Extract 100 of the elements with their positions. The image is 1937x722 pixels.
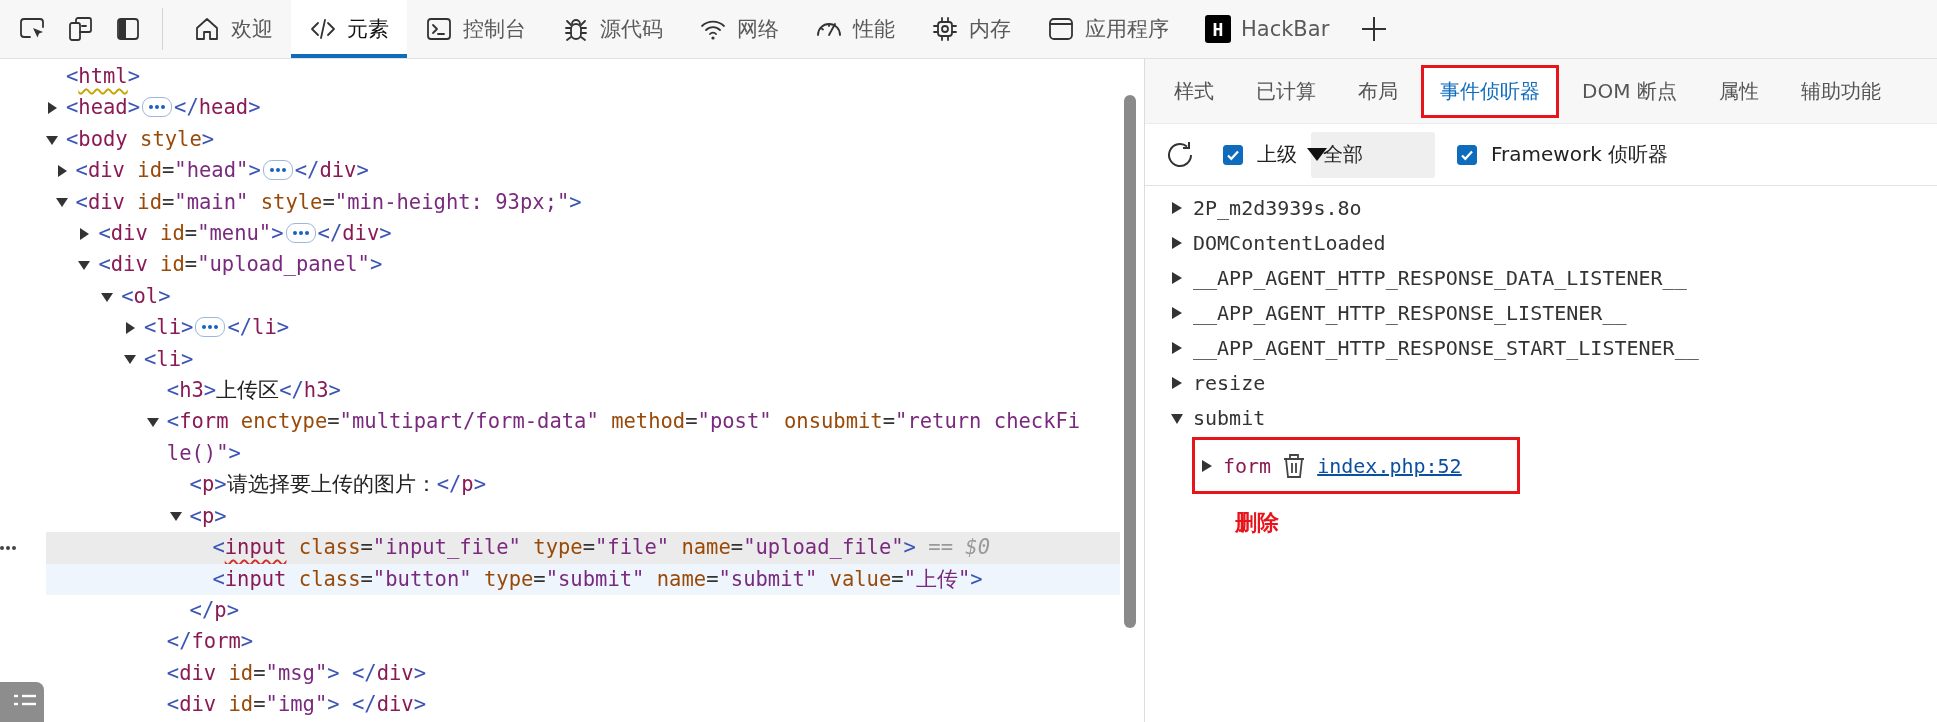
checkbox-label: Framework 侦听器 — [1491, 141, 1669, 168]
disclosure-triangle-icon[interactable] — [1171, 375, 1183, 390]
dom-row[interactable]: <ol> — [46, 280, 1120, 313]
disclosure-triangle-icon[interactable] — [78, 259, 91, 272]
dom-row[interactable]: <html> — [46, 61, 1120, 93]
sidebar-tab[interactable]: 已计算 — [1237, 64, 1335, 118]
ellipsis-button[interactable] — [285, 223, 316, 244]
checkbox[interactable] — [1457, 144, 1477, 165]
dom-row[interactable]: <div id="msg"> </div> — [46, 657, 1120, 690]
console-icon — [425, 15, 453, 43]
code-text: </form> — [166, 628, 254, 656]
event-name: resize — [1193, 370, 1266, 395]
dom-row[interactable]: <h3>上传区</h3> — [46, 375, 1120, 407]
disclosure-triangle-icon[interactable] — [55, 164, 68, 177]
code-text: <li> — [144, 314, 194, 342]
disclosure-triangle-icon[interactable] — [1171, 200, 1183, 215]
dom-row[interactable]: <li> </li> — [46, 312, 1120, 344]
dom-row[interactable]: <li> — [46, 343, 1120, 376]
dom-row[interactable]: <p>请选择要上传的图片：</p> — [46, 469, 1120, 501]
dom-row[interactable]: <form enctype="multipart/form-data" method="post" onsubmit="return checkFi le()"> — [46, 406, 1120, 470]
hackbar-logo: H — [1205, 15, 1231, 43]
dom-row[interactable]: <div id="img"> </div> — [46, 689, 1120, 721]
disclosure-triangle-icon[interactable] — [1171, 305, 1183, 320]
dom-row[interactable]: <body style> — [46, 123, 1120, 156]
panel-tab[interactable]: 欢迎 — [175, 0, 291, 58]
disclosure-triangle-icon[interactable] — [169, 510, 182, 523]
code-text: </li> — [227, 314, 290, 342]
list-icon[interactable] — [0, 682, 44, 722]
disclosure-triangle-icon[interactable] — [124, 353, 136, 366]
disclosure-triangle-icon[interactable] — [101, 290, 114, 303]
code-text: <div id="msg"> </div> — [166, 659, 426, 687]
dom-row[interactable]: <div id="menu"> </div> — [46, 218, 1120, 250]
code-text: <div id="menu"> — [98, 220, 284, 248]
sidebar-tab[interactable]: 属性 — [1699, 64, 1778, 118]
sidebar-tab[interactable]: 布局 — [1339, 64, 1417, 118]
panel-tab[interactable]: 元素 — [291, 0, 407, 58]
ellipsis-button[interactable] — [195, 317, 226, 338]
dom-row[interactable]: <div id="main" style="min-height: 93px;"> — [46, 186, 1120, 219]
disclosure-triangle-icon[interactable] — [46, 133, 58, 146]
code-text: <li> — [144, 345, 194, 373]
dom-row[interactable]: <input class="button" type="submit" name="submit" value="上传"> — [46, 563, 1120, 595]
code-text: </div> — [317, 220, 392, 248]
dom-row[interactable]: </p> — [46, 594, 1120, 627]
dom-row[interactable]: <p> — [46, 500, 1120, 533]
disclosure-triangle-icon[interactable] — [1171, 235, 1183, 250]
code-text: </p> — [189, 596, 239, 624]
event-name: __APP_AGENT_HTTP_RESPONSE_LISTENER__ — [1193, 300, 1627, 325]
disclosure-triangle-icon[interactable] — [55, 196, 68, 209]
panel-tab[interactable]: 性能 — [797, 0, 913, 58]
code-text: <div id="head"> — [75, 157, 261, 185]
panel-tab[interactable]: 应用程序 — [1029, 0, 1187, 58]
sidebar-tab[interactable]: 样式 — [1155, 64, 1233, 118]
panel-tab[interactable]: 控制台 — [407, 0, 544, 58]
disclosure-triangle-icon[interactable] — [1171, 340, 1183, 355]
code-text: <html> — [66, 63, 141, 90]
disclosure-triangle-icon[interactable] — [78, 227, 91, 240]
disclosure-triangle-icon[interactable] — [46, 102, 58, 115]
event-name: DOMContentLoaded — [1193, 230, 1386, 255]
dom-row[interactable]: <head> </head> — [46, 92, 1120, 124]
ellipsis-icon — [201, 324, 220, 331]
home-icon — [193, 15, 221, 43]
ellipsis-button[interactable] — [142, 97, 173, 118]
scrollbar-thumb[interactable] — [1124, 95, 1136, 628]
code-text: </head> — [174, 94, 261, 122]
code-text: <div id="img"> </div> — [166, 691, 426, 719]
checkbox-label: 上级 — [1257, 141, 1297, 168]
disclosure-triangle-icon[interactable] — [124, 321, 136, 334]
event-name: 2P_m2d3939s.8o — [1193, 195, 1362, 220]
disclosure-triangle-icon[interactable] — [1201, 458, 1213, 473]
code-text: <h3>上传区</h3> — [166, 377, 341, 405]
dom-row[interactable]: <div id="head"> </div> — [46, 155, 1120, 187]
panel-tab[interactable]: 内存 — [913, 0, 1029, 58]
dock-side-icon[interactable] — [114, 15, 142, 43]
panel-tab[interactable]: 源代码 — [544, 0, 681, 58]
event-name: submit — [1193, 405, 1266, 430]
code-text: <input class="button" type="submit" name="submit" value="上传"> — [212, 565, 983, 593]
dom-row[interactable]: </form> — [46, 626, 1120, 658]
disclosure-triangle-icon[interactable] — [146, 416, 159, 429]
code-text: <body style> — [66, 125, 215, 153]
panel-tab[interactable]: H HackBar — [1187, 0, 1348, 58]
event-name: __APP_AGENT_HTTP_RESPONSE_DATA_LISTENER__ — [1193, 265, 1687, 290]
source-link[interactable]: index.php:52 — [1317, 453, 1462, 478]
checkbox[interactable] — [1223, 144, 1243, 165]
disclosure-triangle-icon[interactable] — [1171, 270, 1183, 285]
ellipsis-icon — [148, 104, 167, 111]
code-text: <div id="main" style="min-height: 93px;"> — [75, 188, 582, 216]
panel-tab[interactable]: 网络 — [681, 0, 797, 58]
sidebar-tab[interactable]: 事件侦听器 — [1421, 64, 1559, 118]
sidebar-tab[interactable]: 辅助功能 — [1781, 64, 1900, 118]
ellipsis-icon — [268, 167, 287, 174]
event-name: __APP_AGENT_HTTP_RESPONSE_START_LISTENER__ — [1193, 335, 1699, 360]
code-text: <input class="input_file" type="file" name="upload_file"> == $0 — [212, 534, 990, 562]
devices-icon[interactable] — [66, 15, 94, 43]
ellipsis-button[interactable] — [262, 160, 293, 181]
code-text: <head> — [66, 94, 141, 122]
sidebar-tab[interactable]: DOM 断点 — [1563, 64, 1696, 118]
code-text: <form enctype="multipart/form-data" method="post" onsubmit="return checkFi le()"> — [166, 408, 1081, 467]
dom-row[interactable]: <div id="upload_panel"> — [46, 249, 1120, 281]
selection-dots-icon — [0, 545, 16, 552]
annotation-label: 删除 — [1235, 509, 1279, 537]
